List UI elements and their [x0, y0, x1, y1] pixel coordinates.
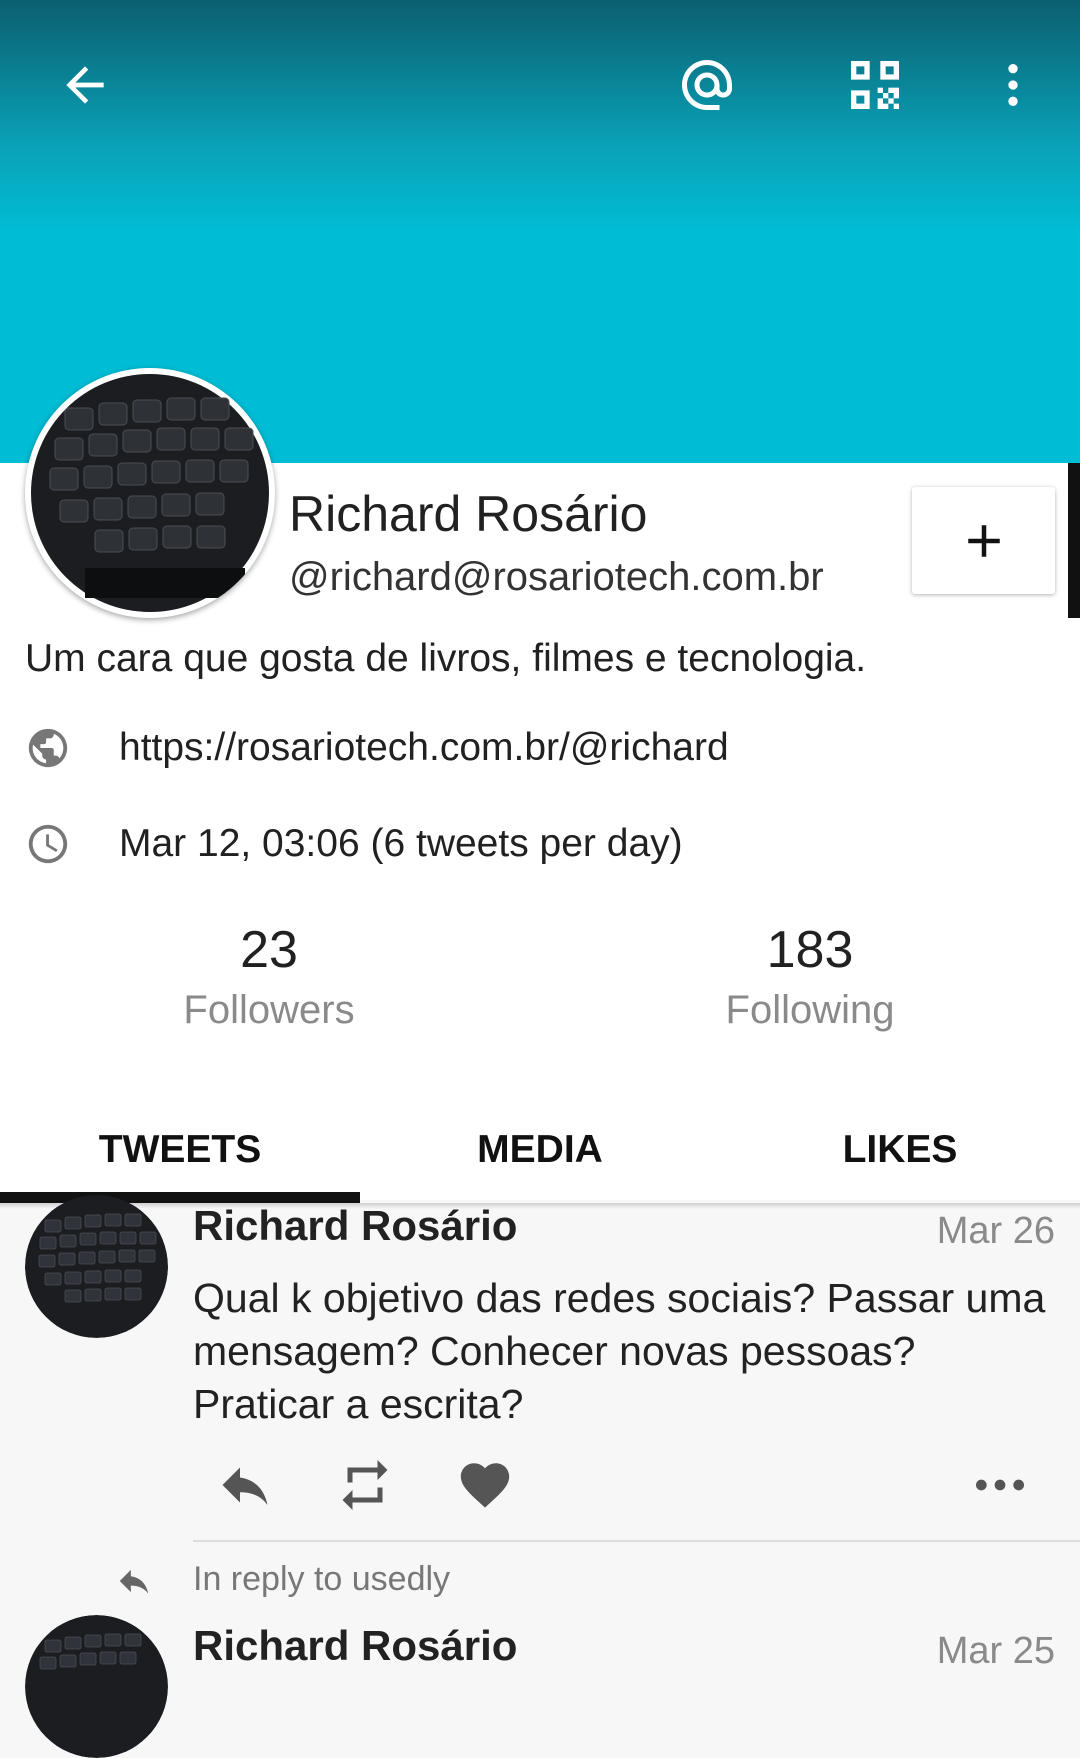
tweet-divider — [193, 1540, 1080, 1542]
reply-indicator-icon — [119, 1569, 149, 1594]
qr-code-button[interactable] — [830, 40, 920, 130]
tweet-avatar[interactable] — [25, 1195, 168, 1338]
joined-row: Mar 12, 03:06 (6 tweets per day) — [25, 821, 683, 867]
tweet-text: Qual k objetivo das redes sociais? Passa… — [193, 1275, 1046, 1427]
profile-name: Richard Rosário — [289, 486, 648, 542]
followers-stat[interactable]: 23 Followers — [89, 920, 449, 1033]
tweet-author[interactable]: Richard Rosário — [193, 1622, 517, 1670]
heart-icon — [460, 1463, 510, 1508]
keyboard-photo-icon — [25, 1195, 168, 1338]
card-shadow — [0, 1203, 1080, 1209]
tab-likes[interactable]: LIKES — [720, 1100, 1080, 1200]
more-horizontal-icon — [975, 1479, 1025, 1491]
keyboard-photo-icon — [25, 1615, 168, 1758]
clock-icon — [28, 824, 68, 864]
joined-date: Mar 12, 03:06 (6 tweets per day) — [119, 822, 683, 865]
retweet-icon — [342, 1460, 388, 1510]
profile-bio: Um cara que gosta de livros, filmes e te… — [25, 637, 867, 680]
in-reply-to-text[interactable]: In reply to usedly — [193, 1560, 450, 1599]
following-label: Following — [725, 988, 895, 1032]
arrow-left-icon — [66, 66, 104, 104]
followers-count: 23 — [240, 921, 298, 979]
profile-handle: @richard@rosariotech.com.br — [289, 555, 824, 599]
keyboard-photo-icon — [31, 374, 269, 612]
following-count: 183 — [766, 921, 854, 979]
tweet-date: Mar 25 — [936, 1630, 1055, 1672]
back-button[interactable] — [40, 40, 130, 130]
retweet-button[interactable] — [330, 1455, 400, 1515]
following-stat[interactable]: 183 Following — [630, 920, 990, 1033]
tweet-avatar[interactable] — [25, 1615, 168, 1758]
overflow-menu-button[interactable] — [968, 40, 1058, 130]
tab-tweets[interactable]: TWEETS — [0, 1100, 360, 1200]
profile-tabs: TWEETS MEDIA LIKES — [0, 1100, 1080, 1200]
profile-avatar[interactable] — [25, 368, 275, 618]
website-row[interactable]: https://rosariotech.com.br/@richard — [25, 725, 729, 771]
at-sign-icon — [682, 60, 732, 110]
like-button[interactable] — [455, 1455, 515, 1515]
website-link[interactable]: https://rosariotech.com.br/@richard — [119, 726, 729, 770]
qr-code-icon — [851, 61, 899, 109]
mention-button[interactable] — [662, 40, 752, 130]
more-vertical-icon — [1008, 64, 1018, 106]
tweet-date: Mar 26 — [936, 1210, 1055, 1252]
reply-icon — [222, 1467, 268, 1505]
plus-icon — [967, 524, 1000, 557]
follow-button[interactable] — [912, 487, 1055, 594]
globe-icon — [28, 728, 68, 768]
scroll-indicator — [1068, 463, 1080, 618]
followers-label: Followers — [183, 988, 355, 1032]
tab-media[interactable]: MEDIA — [360, 1100, 720, 1200]
reply-button[interactable] — [210, 1455, 280, 1515]
tweet-menu-button[interactable] — [970, 1455, 1030, 1515]
tweet-author[interactable]: Richard Rosário — [193, 1202, 517, 1250]
